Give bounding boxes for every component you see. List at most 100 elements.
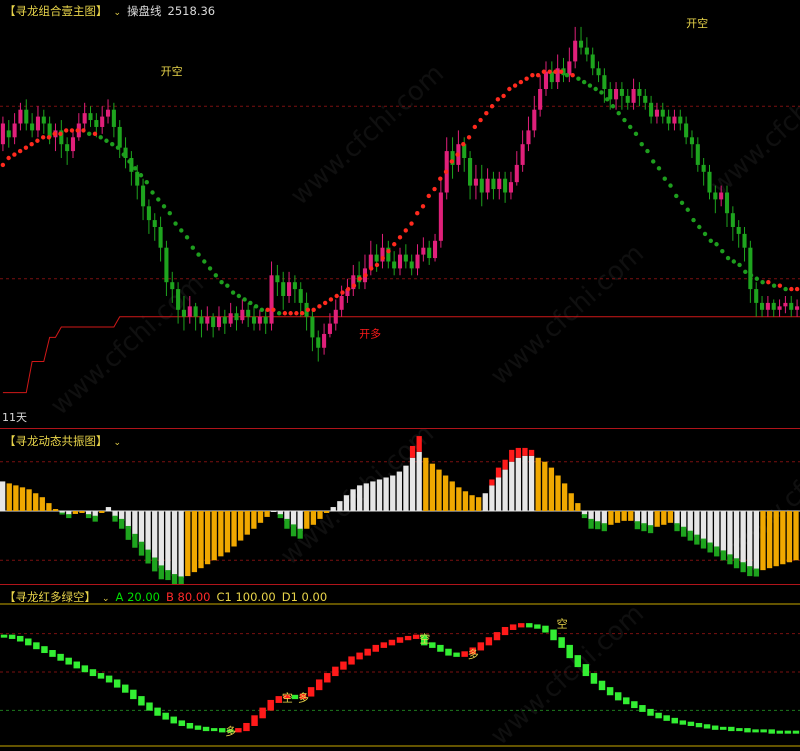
trend-dot	[35, 138, 40, 143]
oscillator-bar	[152, 511, 158, 561]
oscillator-green-cap	[165, 570, 171, 581]
oscillator-bar	[423, 457, 429, 511]
trend-dot	[674, 193, 679, 199]
trend-dot	[334, 293, 339, 299]
trend-dot	[311, 307, 316, 312]
oscillator-bar	[132, 511, 138, 537]
candle-body	[275, 275, 280, 283]
candle-body	[643, 95, 648, 103]
trend-dot	[374, 262, 380, 268]
trend-segment	[130, 689, 137, 700]
trend-dot	[628, 124, 633, 130]
candle-body	[666, 116, 671, 124]
oscillator-bar	[383, 477, 389, 511]
trend-dot	[81, 128, 86, 133]
trend-dot	[213, 273, 219, 278]
candle-body	[491, 178, 496, 190]
candle-body	[473, 178, 478, 186]
trend-segment	[566, 644, 573, 659]
redgreen-title[interactable]: 【寻龙红多绿空】	[4, 590, 96, 604]
oscillator-bar	[79, 511, 85, 513]
panel-divider[interactable]	[0, 584, 800, 585]
trend-dot	[547, 69, 552, 74]
oscillator-bar	[350, 489, 356, 511]
trend-dot	[92, 131, 98, 137]
trend-dot	[271, 307, 276, 312]
trend-segment	[33, 642, 40, 650]
oscillator-bar	[99, 511, 105, 513]
main-chart-panel[interactable]: 开空 开多 开空 【寻龙组合壹主图】 ⌄ 操盘线 2518.36 11天	[0, 0, 800, 427]
oscillator-panel[interactable]: 【寻龙动态共振图】 ⌄	[0, 430, 800, 584]
oscillator-bar	[714, 511, 720, 549]
main-chart-canvas[interactable]: 开空开多 开空	[0, 0, 800, 427]
trend-dot	[789, 286, 794, 292]
oscillator-bar	[528, 455, 535, 511]
candle-body	[257, 316, 262, 324]
trend-dot	[75, 128, 80, 133]
oscillator-bar	[753, 511, 760, 571]
trend-dot	[397, 235, 403, 240]
oscillator-bar	[502, 469, 508, 511]
trend-segment	[509, 624, 517, 630]
candle-body	[724, 192, 730, 214]
candle-body	[117, 126, 122, 148]
oscillator-bar	[608, 511, 614, 525]
candle-body	[339, 296, 344, 310]
oscillator-bar	[747, 511, 753, 569]
trend-segment	[251, 715, 258, 726]
candle-body	[292, 282, 297, 290]
oscillator-green-cap	[740, 562, 746, 573]
trend-segment	[97, 673, 105, 679]
trend-segment	[542, 625, 549, 633]
candle-body	[18, 109, 23, 124]
oscillator-bar	[138, 511, 145, 545]
oscillator-bar	[595, 511, 601, 523]
chevron-down-icon[interactable]: ⌄	[114, 8, 122, 18]
main-chart-title[interactable]: 【寻龙组合壹主图】	[4, 4, 108, 18]
candle-body	[748, 247, 753, 290]
oscillator-bar	[456, 487, 462, 511]
trend-segment	[517, 623, 525, 628]
trend-segment	[784, 730, 792, 734]
trend-dot	[173, 221, 178, 226]
redgreen-canvas[interactable]: 多空 多空多空	[0, 586, 800, 749]
candle-body	[65, 144, 70, 152]
candle-body	[765, 302, 770, 310]
trend-dot	[276, 311, 282, 316]
oscillator-green-cap	[700, 538, 707, 549]
trend-dot	[794, 286, 800, 292]
oscillator-green-cap	[132, 533, 138, 548]
redgreen-panel[interactable]: 多空多空多空 【寻龙红多绿空】 ⌄ A 20.00 B 80.00 C1 100.00 D…	[0, 586, 800, 749]
oscillator-bar	[244, 511, 250, 535]
chevron-down-icon[interactable]: ⌄	[102, 594, 110, 604]
signal-label: 多	[298, 691, 309, 705]
trend-dot	[449, 159, 454, 164]
oscillator-title[interactable]: 【寻龙动态共振图】	[4, 434, 108, 448]
trend-segment	[194, 725, 202, 730]
oscillator-red-cap	[522, 447, 528, 456]
panel-divider[interactable]	[0, 428, 800, 429]
trend-segment	[526, 623, 533, 628]
trend-segment	[105, 675, 113, 683]
signal-label: 空	[419, 632, 430, 646]
trend-dot	[558, 69, 564, 74]
candle-body	[713, 192, 718, 200]
oscillator-green-cap	[714, 546, 720, 557]
candle-body	[193, 306, 198, 317]
trend-dot	[495, 97, 501, 102]
oscillator-green-cap	[158, 565, 164, 580]
trend-dot	[138, 173, 144, 178]
candle-body	[421, 247, 426, 255]
oscillator-canvas[interactable]	[0, 430, 800, 584]
oscillator-bar	[46, 503, 52, 511]
candle-body	[520, 144, 525, 165]
trend-segment	[348, 656, 355, 665]
trend-segment	[768, 729, 775, 734]
candle-body	[146, 206, 151, 221]
chevron-down-icon[interactable]: ⌄	[114, 438, 122, 448]
oscillator-bar	[343, 495, 350, 511]
candle-body	[327, 323, 332, 334]
oscillator-red-cap	[502, 459, 508, 470]
oscillator-bar	[158, 511, 164, 569]
candle-body	[485, 178, 490, 193]
